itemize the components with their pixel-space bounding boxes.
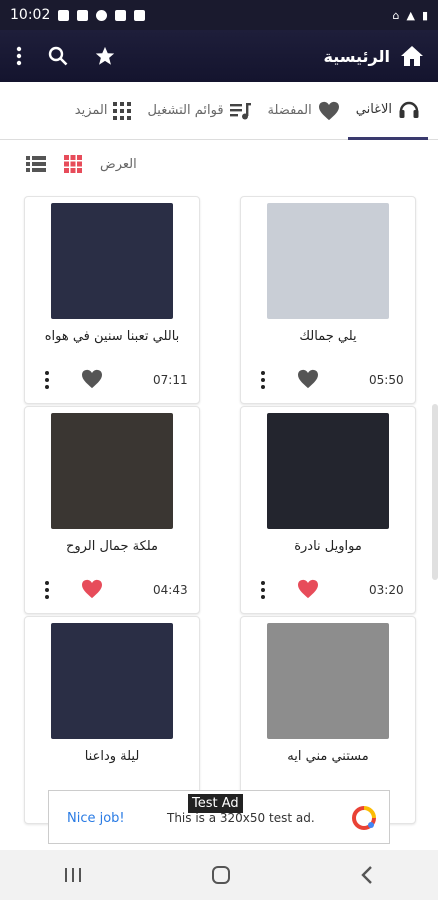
back-icon[interactable] [360, 866, 374, 884]
song-card[interactable]: باللي تعبنا سنين في هواه 07:11 [24, 196, 200, 404]
more-vert-icon[interactable] [16, 46, 22, 66]
song-title: مستني مني ايه [287, 749, 369, 764]
song-thumbnail [51, 413, 173, 529]
battery-icon: ▮ [421, 8, 428, 22]
youtube-icon [134, 9, 146, 21]
notification-icon [58, 9, 70, 21]
more-options-icon[interactable] [45, 371, 49, 389]
song-duration: 04:43 [153, 583, 188, 597]
search-icon[interactable] [48, 46, 68, 66]
song-title: باللي تعبنا سنين في هواه [44, 329, 180, 344]
song-title: يلي جمالك [299, 329, 357, 344]
message-icon [77, 9, 89, 21]
favorite-icon[interactable] [297, 579, 319, 599]
tab-favorites[interactable]: المفضلة [260, 82, 348, 140]
song-duration: 07:11 [153, 373, 188, 387]
favorite-icon[interactable] [81, 579, 103, 599]
song-card[interactable]: مواويل نادرة 03:20 [240, 406, 416, 614]
star-icon[interactable] [94, 45, 116, 67]
system-nav-bar [0, 850, 438, 900]
apps-grid-icon [113, 101, 132, 120]
tab-playlists[interactable]: قوائم التشغيل [139, 82, 259, 140]
test-ad-badge: Test Ad [188, 794, 243, 813]
song-title: مواويل نادرة [294, 539, 362, 554]
home-button-icon[interactable] [211, 865, 231, 885]
song-thumbnail [267, 623, 389, 739]
tab-songs-label: الاغاني [355, 101, 392, 117]
tab-more-label: المزيد [74, 103, 108, 118]
status-time: 10:02 [10, 7, 51, 23]
song-thumbnail [267, 413, 389, 529]
song-duration: 05:50 [369, 373, 404, 387]
wifi-icon: ⌂ [392, 8, 400, 22]
ad-text: This is a 320x50 test ad. [167, 811, 315, 825]
gallery-icon [115, 9, 127, 21]
page-title: الرئيسية [323, 46, 391, 66]
tab-favorites-label: المفضلة [267, 103, 312, 118]
grid-view-icon[interactable] [64, 155, 82, 173]
favorite-icon[interactable] [81, 369, 103, 389]
pinterest-icon [96, 9, 108, 21]
app-bar: الرئيسية [0, 30, 438, 82]
song-title: ملكة جمال الروح [65, 539, 159, 554]
heart-icon [318, 101, 339, 120]
song-card[interactable]: يلي جمالك 05:50 [240, 196, 416, 404]
playlist-icon [229, 102, 251, 119]
song-thumbnail [51, 623, 173, 739]
list-view-icon[interactable] [26, 156, 46, 172]
song-duration: 03:20 [369, 583, 404, 597]
tab-more[interactable]: المزيد [67, 82, 140, 140]
song-thumbnail [267, 203, 389, 319]
headphones-icon [399, 101, 419, 118]
signal-icon: ▲ [406, 8, 415, 22]
song-title: ليلة وداعنا [84, 749, 140, 764]
more-options-icon[interactable] [45, 581, 49, 599]
tab-playlists-label: قوائم التشغيل [147, 103, 224, 118]
view-toolbar: العرض [0, 140, 438, 188]
favorite-icon[interactable] [297, 369, 319, 389]
more-options-icon[interactable] [261, 371, 265, 389]
song-card[interactable]: ملكة جمال الروح 04:43 [24, 406, 200, 614]
ad-nice-label: Nice job! [67, 811, 125, 826]
view-label: العرض [100, 156, 137, 172]
tab-bar: الاغاني المفضلة قوائم التشغيل المزيد [0, 82, 438, 140]
ad-logo-icon [352, 806, 376, 830]
home-icon[interactable] [400, 45, 424, 67]
scroll-indicator [432, 404, 438, 580]
song-thumbnail [51, 203, 173, 319]
recent-apps-icon[interactable] [64, 867, 82, 883]
status-bar: 10:02 ⌂ ▲ ▮ [0, 0, 438, 30]
tab-songs[interactable]: الاغاني [347, 82, 428, 140]
more-options-icon[interactable] [261, 581, 265, 599]
